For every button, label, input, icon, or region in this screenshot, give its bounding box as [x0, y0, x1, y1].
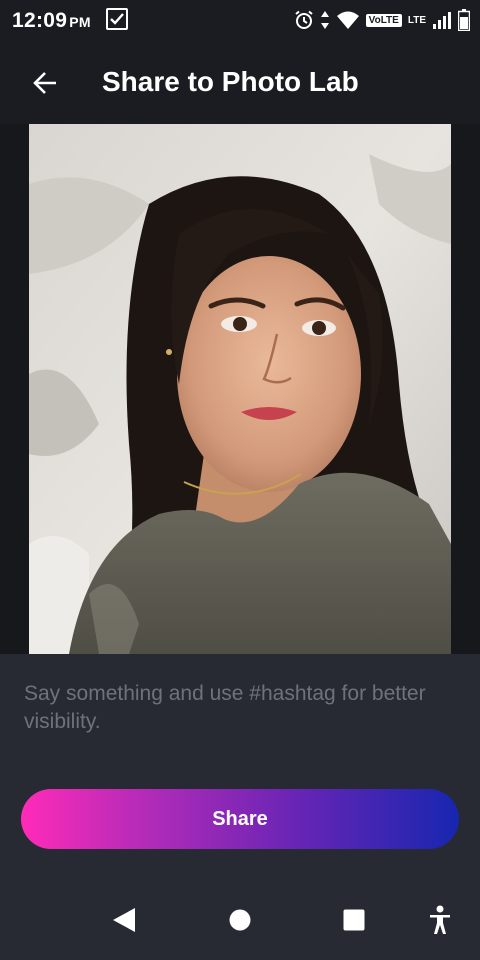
back-button[interactable] [24, 62, 66, 104]
status-time-ampm: PM [69, 14, 91, 30]
alarm-icon [295, 10, 313, 29]
system-nav-bar [0, 876, 480, 960]
photo-area [0, 124, 480, 654]
status-time: 12:09 PM [12, 9, 91, 33]
signal-icon [433, 12, 451, 29]
status-time-value: 12:09 [12, 9, 68, 32]
app-bar: Share to Photo Lab [0, 40, 480, 124]
status-bar: 12:09 PM VoLTE LTE [0, 0, 480, 40]
battery-icon [458, 9, 470, 31]
data-arrows-icon [320, 11, 329, 29]
accessibility-icon [430, 905, 450, 934]
checkbox-notification-icon [106, 8, 128, 30]
wifi-icon [336, 11, 359, 29]
volte-badge: VoLTE [365, 13, 402, 27]
caption-input[interactable] [24, 680, 454, 744]
share-button[interactable]: Share [21, 789, 459, 849]
home-circle-icon [229, 909, 251, 931]
nav-home-button[interactable] [218, 898, 262, 942]
status-icons: VoLTE LTE [294, 8, 470, 32]
arrow-left-icon [33, 72, 56, 94]
nav-accessibility-button[interactable] [418, 898, 462, 942]
back-triangle-icon [113, 908, 135, 932]
lte-label: LTE [407, 14, 426, 26]
page-title: Share to Photo Lab [102, 66, 359, 97]
nav-recents-button[interactable] [332, 898, 376, 942]
nav-back-button[interactable] [102, 898, 146, 942]
recents-square-icon [343, 909, 365, 931]
shared-photo [29, 124, 451, 654]
